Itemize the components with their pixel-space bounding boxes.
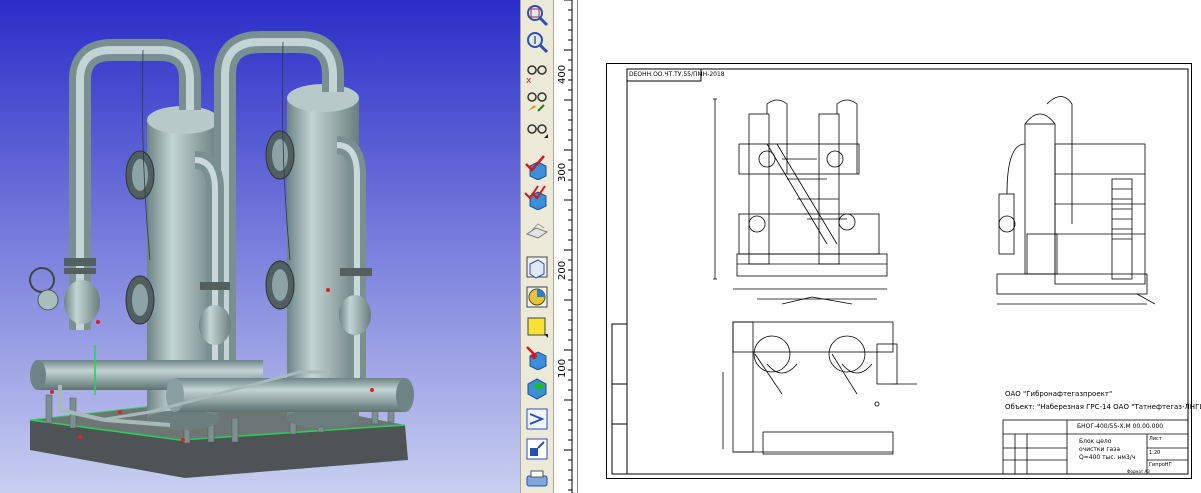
arrow-panel-icon[interactable]: [524, 406, 550, 432]
plan-view-drawing: [722, 321, 917, 455]
stamp-code: DEОНН.ОО.ЧТ.ТУ.55/ПМН-2018: [629, 71, 725, 78]
sphere-shaded-icon[interactable]: [524, 284, 550, 310]
ruler-label-300: 300: [557, 162, 568, 182]
stage-label: Лист: [1149, 436, 1162, 442]
side-view-drawing: [996, 96, 1156, 305]
glasses-x-icon[interactable]: x: [524, 58, 550, 84]
window-tool-icon[interactable]: [524, 436, 550, 462]
check-cube-icon[interactable]: [524, 154, 550, 180]
organization-text: ОАО "Гибронафтегазпроект": [1005, 390, 1113, 398]
front-view-drawing: [713, 98, 888, 305]
drawing-sheet[interactable]: DEОНН.ОО.ЧТ.ТУ.55/ПМН-2018 ОАО "Гибронаф…: [606, 63, 1201, 479]
plane-icon[interactable]: [524, 218, 550, 244]
zoom-icon[interactable]: [524, 29, 550, 55]
cube-wire-icon[interactable]: [524, 254, 550, 280]
3d-viewport[interactable]: [0, 0, 520, 493]
ruler-label-200: 200: [557, 260, 568, 280]
svg-text:x: x: [526, 76, 532, 84]
sheet-format-label: Формат А3: [1127, 469, 1150, 474]
glasses-icon[interactable]: [524, 116, 550, 142]
document-code: БНОГ-400/55-Х.М 00.00.000: [1077, 423, 1164, 430]
green-cube-icon[interactable]: [524, 374, 550, 400]
yellow-face-icon[interactable]: [524, 314, 550, 340]
drawing-linework: [611, 68, 1189, 475]
double-check-cube-icon[interactable]: [524, 184, 550, 210]
company-label: ГипроНГ: [1149, 462, 1172, 468]
vertical-ruler: 400 300 200 100: [554, 0, 578, 493]
ruler-label-400: 400: [557, 64, 568, 84]
red-arrow-cube-icon[interactable]: [524, 344, 550, 370]
zoom-window-icon[interactable]: [524, 2, 550, 28]
scale-label: 1:20: [1149, 450, 1161, 456]
ruler-label-100: 100: [557, 358, 568, 378]
title-line-1: Блок цело: [1079, 438, 1112, 445]
vertical-toolbar: x: [520, 0, 554, 493]
title-line-2: очистки газа: [1079, 446, 1121, 453]
3d-model-view[interactable]: [0, 0, 520, 493]
object-text: Объект: "Наберезная ГРС-14 ОАО "Татнефте…: [1005, 403, 1201, 411]
header-pipe-right: [166, 378, 414, 412]
printer-icon[interactable]: [524, 466, 550, 492]
title-line-3: Q=400 тыс. нм3/ч: [1079, 454, 1136, 461]
glasses-pen-icon[interactable]: [524, 87, 550, 113]
